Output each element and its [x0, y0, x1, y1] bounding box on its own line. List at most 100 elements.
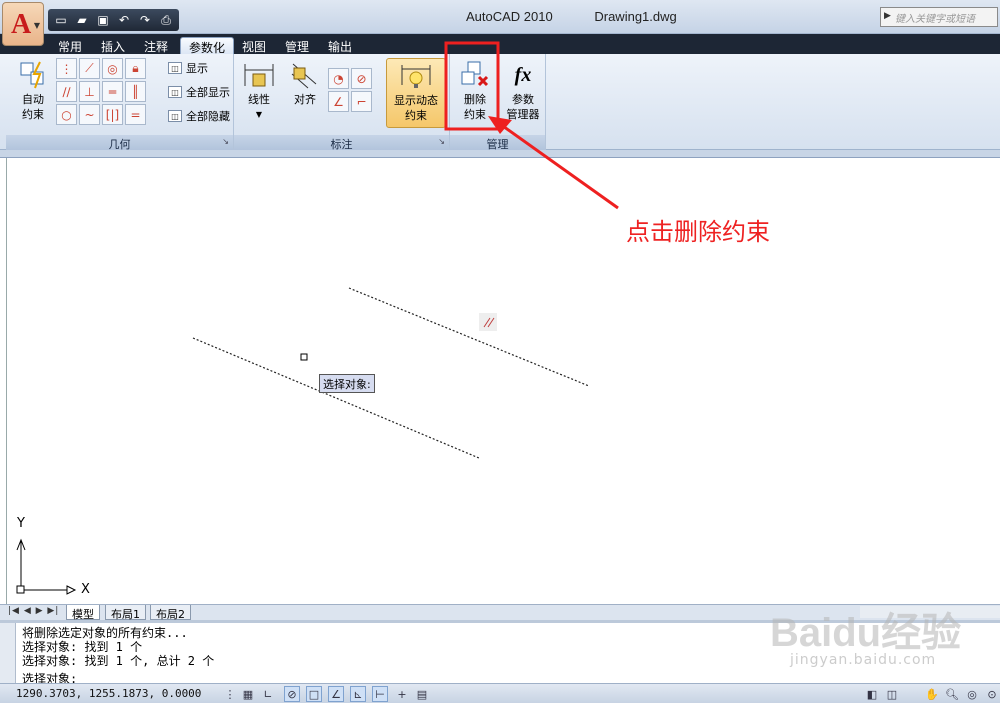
auto-constrain-label: 自动 约束 [22, 93, 44, 121]
panel-geometry: 自动 约束 ⋮ ⟋ ◎ 🔒︎ ∕∕ ⊥ ═ ║ ○ ~ [|] = ◫ 显示 ◫… [6, 54, 234, 151]
snap-icon[interactable]: ⋮ [222, 686, 238, 702]
command-history-line: 将删除选定对象的所有约束... [22, 626, 188, 640]
hide-all-button[interactable]: ◫ 全部隐藏 [168, 106, 230, 126]
coordinate-readout: 1290.3703, 1255.1873, 0.0000 [16, 687, 202, 700]
linear-icon [236, 58, 282, 92]
polar-icon[interactable]: ⊘ [284, 686, 300, 702]
tab-layout2[interactable]: 布局2 [150, 605, 191, 621]
dialog-launcher-icon[interactable]: ↘ [438, 137, 445, 146]
diameter-icon[interactable]: ⊘ [351, 68, 372, 89]
otrack-icon[interactable]: ∠ [328, 686, 344, 702]
chevron-down-icon: ▼ [33, 21, 40, 30]
baidu-watermark: Baidu经验 [770, 611, 962, 655]
tab-manage[interactable]: 管理 [277, 37, 317, 54]
undo-icon[interactable]: ↶ [115, 12, 133, 28]
layout-space-icon[interactable]: ◫ [884, 686, 900, 702]
selected-line-upper[interactable] [348, 287, 590, 387]
coincident-icon[interactable]: ⋮ [56, 58, 77, 79]
panel-geometry-title: 几何 ↘ [6, 135, 233, 151]
linear-dropdown-icon[interactable]: ▼ [236, 107, 282, 122]
layout-nav-arrows-icon[interactable]: |◀ ◀ ▶ ▶| [8, 606, 59, 616]
osnap-icon[interactable]: □ [306, 686, 322, 702]
tangent-icon[interactable]: ○ [56, 104, 77, 125]
parallel-icon[interactable]: ∕∕ [56, 81, 77, 102]
dyn-icon[interactable]: ⊢ [372, 686, 388, 702]
open-icon[interactable]: ▰ [73, 12, 91, 28]
ribbon-tabs: 常用 插入 注释 参数化 视图 管理 输出 ▭ [0, 34, 1000, 81]
equal-icon[interactable]: = [125, 104, 146, 125]
tab-home[interactable]: 常用 [50, 37, 90, 54]
show-all-button[interactable]: ◫ 全部显示 [168, 82, 230, 102]
angular-icon[interactable]: ∠ [328, 91, 349, 112]
drawing-canvas[interactable]: 选择对象: Y X [6, 158, 1000, 604]
drawing-svg [16, 287, 590, 595]
steering-wheel-icon[interactable]: ◎ [964, 686, 980, 702]
tab-model[interactable]: 模型 [66, 605, 100, 621]
smooth-icon[interactable]: ~ [79, 104, 100, 125]
ucs-x-arrow [66, 585, 77, 595]
save-icon[interactable]: ▣ [94, 12, 112, 28]
ucs-x-label: X [81, 582, 90, 597]
baidu-watermark-url: jingyan.baidu.com [790, 652, 937, 668]
ducs-icon[interactable]: ⊾ [350, 686, 366, 702]
new-icon[interactable]: ▭ [52, 12, 70, 28]
annotation-text: 点击删除约束 [626, 218, 770, 246]
tab-view[interactable]: 视图 [234, 37, 274, 54]
tab-output[interactable]: 输出 [320, 37, 360, 54]
pan-icon[interactable]: ✋ [924, 686, 940, 702]
show-constraints-button[interactable]: ◫ 显示 [168, 58, 208, 78]
geometric-constraints-grid: ⋮ ⟋ ◎ 🔒︎ ∕∕ ⊥ ═ ║ ○ ~ [|] = [56, 58, 146, 125]
selected-line-lower[interactable] [192, 337, 480, 459]
fix-icon[interactable]: 🔒︎ [125, 58, 146, 79]
command-history-line: 选择对象: 找到 1 个 [22, 640, 143, 654]
show-icon: ◫ [168, 62, 182, 74]
radius-icon[interactable]: ◔ [328, 68, 349, 89]
linear-label: 线性 [248, 93, 270, 106]
show-dynamic-constraints-button[interactable]: 显示动态 约束 [386, 58, 446, 128]
vertical-icon[interactable]: ║ [125, 81, 146, 102]
document-name: Drawing1.dwg [594, 9, 677, 24]
horizontal-icon[interactable]: ═ [102, 81, 123, 102]
zoom-icon[interactable]: 🔍︎ [944, 686, 960, 702]
panel-dimension-title: 标注 ↘ [234, 135, 449, 151]
quick-properties-icon[interactable]: ▤ [414, 686, 430, 702]
autocad-logo-icon: A [11, 9, 32, 40]
show-all-icon: ◫ [168, 86, 182, 98]
dialog-launcher-icon[interactable]: ↘ [222, 137, 229, 146]
tab-parametric[interactable]: 参数化 [180, 37, 235, 55]
title-bar: ▭ ▰ ▣ ↶ ↷ ⎙ AutoCAD 2010 Drawing1.dwg ▶ … [0, 0, 1000, 34]
ortho-icon[interactable]: ∟ [260, 686, 276, 702]
concentric-icon[interactable]: ◎ [102, 58, 123, 79]
parallel-constraint-bar[interactable] [479, 313, 497, 331]
command-history: 将删除选定对象的所有约束... 选择对象: 找到 1 个 选择对象: 找到 1 … [22, 626, 214, 668]
collinear-icon[interactable]: ⟋ [79, 58, 100, 79]
auto-constrain-icon [10, 58, 56, 92]
lineweight-icon[interactable]: + [394, 686, 410, 702]
showmotion-icon[interactable]: ⊙ [984, 686, 1000, 702]
auto-constrain-button[interactable]: 自动 约束 [10, 58, 56, 128]
model-space-icon[interactable]: ◧ [864, 686, 880, 702]
delete-constraints-label: 删除 约束 [464, 93, 486, 121]
tab-layout1[interactable]: 布局1 [105, 605, 146, 621]
quick-access-toolbar: ▭ ▰ ▣ ↶ ↷ ⎙ [48, 9, 179, 31]
panel-dimension: 线性 ▼ 对齐 ◔ ⊘ ∠ ⌐ 显示动态 约束 标注 ↘ [234, 54, 450, 151]
search-input[interactable]: ▶ 键入关键字或短语 [880, 7, 998, 27]
convert-icon[interactable]: ⌐ [351, 91, 372, 112]
show-dynamic-icon [387, 59, 445, 93]
aligned-button[interactable]: 对齐 [282, 58, 328, 128]
application-menu-button[interactable]: A ▼ [2, 2, 44, 46]
hide-all-label: 全部隐藏 [186, 110, 230, 123]
linear-button[interactable]: 线性 ▼ [236, 58, 282, 128]
delete-constraints-button[interactable]: 删除 约束 [452, 58, 498, 128]
plot-icon[interactable]: ⎙ [157, 12, 175, 28]
grid-icon[interactable]: ▦ [240, 686, 256, 702]
perpendicular-icon[interactable]: ⊥ [79, 81, 100, 102]
show-label: 显示 [186, 62, 208, 75]
tab-annotate[interactable]: 注释 [136, 37, 176, 54]
parameters-manager-button[interactable]: fx 参数 管理器 [500, 58, 546, 128]
tab-insert[interactable]: 插入 [93, 37, 133, 54]
symmetric-icon[interactable]: [|] [102, 104, 123, 125]
redo-icon[interactable]: ↷ [136, 12, 154, 28]
status-bar: 1290.3703, 1255.1873, 0.0000 ⋮ ▦ ∟ ⊘ □ ∠… [0, 683, 1000, 703]
ucs-origin [16, 585, 25, 594]
